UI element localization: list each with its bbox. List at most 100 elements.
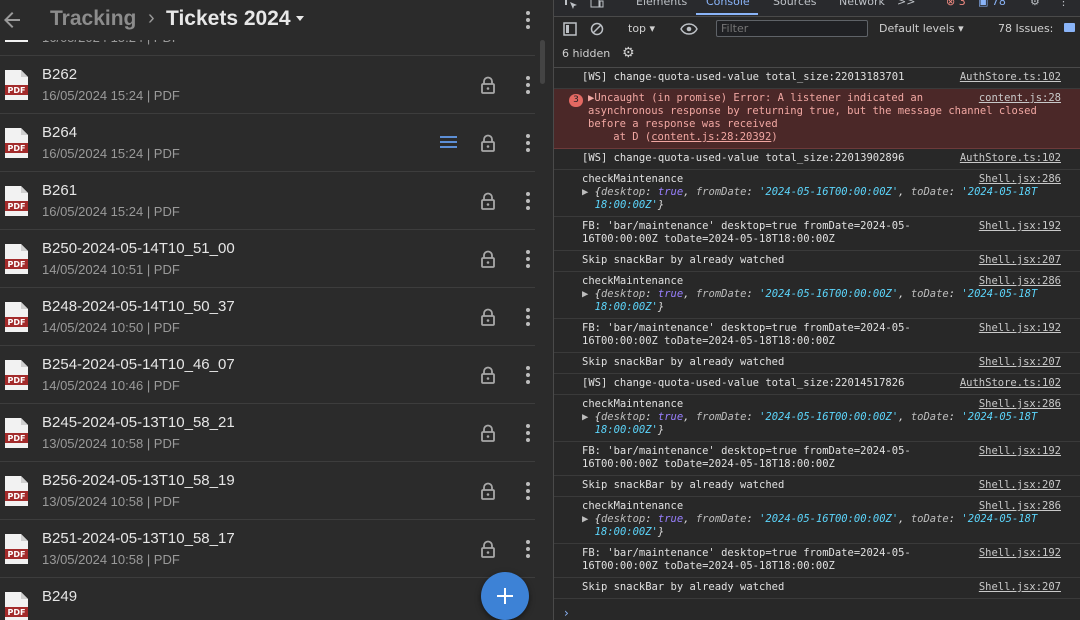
source-link[interactable]: Shell.jsx:286 — [979, 275, 1061, 287]
lock-icon[interactable] — [480, 540, 496, 558]
row-more-button[interactable] — [518, 479, 538, 503]
tab-sources[interactable]: Sources — [773, 0, 817, 8]
expand-triangle-icon[interactable]: ▶ — [582, 411, 595, 423]
eye-icon[interactable] — [680, 22, 698, 36]
source-link[interactable]: Shell.jsx:286 — [979, 500, 1061, 512]
settings-gear-icon[interactable]: ⚙ — [1030, 0, 1040, 8]
console-log-message[interactable]: Skip snackBar by already watched Shell.js… — [554, 578, 1080, 599]
row-more-button[interactable] — [518, 305, 538, 329]
list-scrollbar[interactable] — [540, 40, 545, 84]
error-text-end: ) — [771, 131, 778, 143]
header-more-button[interactable] — [518, 8, 538, 32]
message-count-badge[interactable]: ▣ 78 — [978, 0, 1006, 8]
console-log-message[interactable]: FB: 'bar/maintenance' desktop=true fromD… — [554, 442, 1080, 476]
source-link[interactable]: AuthStore.ts:102 — [960, 71, 1061, 83]
console-log-message[interactable]: [WS] change-quota-used-value total_size:… — [554, 149, 1080, 170]
row-more-button[interactable] — [518, 247, 538, 271]
source-link[interactable]: Shell.jsx:192 — [979, 322, 1061, 334]
caret-down-icon[interactable] — [296, 16, 304, 21]
arrow-left-icon[interactable] — [0, 8, 24, 32]
list-item[interactable]: PDF B249 — [0, 578, 553, 620]
console-log-message[interactable]: FB: 'bar/maintenance' desktop=true fromD… — [554, 544, 1080, 578]
console-log-message[interactable]: Skip snackBar by already watched Shell.js… — [554, 353, 1080, 374]
list-item[interactable]: PDF B250-2024-05-14T10_51_00 14/05/2024 10… — [0, 230, 553, 288]
log-levels-dropdown[interactable]: Default levels ▾ — [879, 22, 964, 35]
source-link[interactable]: AuthStore.ts:102 — [960, 377, 1061, 389]
list-item[interactable]: PDF B248-2024-05-14T10_50_37 14/05/2024 10… — [0, 288, 553, 346]
console-log-message[interactable]: FB: 'bar/maintenance' desktop=true fromD… — [554, 217, 1080, 251]
source-link[interactable]: Shell.jsx:192 — [979, 445, 1061, 457]
row-more-button[interactable] — [518, 73, 538, 97]
source-link[interactable]: content.js:28 — [979, 92, 1061, 104]
row-more-button[interactable] — [518, 189, 538, 213]
row-more-button[interactable] — [518, 363, 538, 387]
source-link[interactable]: Shell.jsx:192 — [979, 547, 1061, 559]
console-log-message[interactable]: Skip snackBar by already watched Shell.js… — [554, 476, 1080, 497]
console-log-message[interactable]: checkMaintenance ▶ {desktop: true, fromD… — [554, 395, 1080, 442]
lock-icon[interactable] — [480, 366, 496, 384]
list-item[interactable]: PDF B254-2024-05-14T10_46_07 14/05/2024 10… — [0, 346, 553, 404]
error-count-badge[interactable]: ⊗ 3 — [946, 0, 966, 8]
source-link[interactable]: Shell.jsx:207 — [979, 581, 1061, 593]
list-item[interactable]: PDF B264 16/05/2024 15:24 | PDF — [0, 114, 553, 172]
tab-console[interactable]: Console — [706, 0, 750, 8]
list-item[interactable]: PDF B261 16/05/2024 15:24 | PDF — [0, 172, 553, 230]
row-more-button[interactable] — [518, 131, 538, 155]
console-prompt-icon[interactable]: › — [564, 606, 569, 620]
console-log-message[interactable]: [WS] change-quota-used-value total_size:… — [554, 374, 1080, 395]
source-link[interactable]: AuthStore.ts:102 — [960, 152, 1061, 164]
object-preview[interactable]: {desktop: true, fromDate: '2024-05-16T00… — [582, 186, 1038, 211]
source-link[interactable]: Shell.jsx:286 — [979, 173, 1061, 185]
context-selector[interactable]: top ▾ — [628, 22, 655, 35]
filter-input[interactable] — [716, 20, 868, 37]
console-log-message[interactable]: FB: 'bar/maintenance' desktop=true fromD… — [554, 319, 1080, 353]
inspect-icon[interactable] — [564, 0, 578, 10]
list-item[interactable]: PDF B256-2024-05-13T10_58_19 13/05/2024 10… — [0, 462, 553, 520]
svg-text:PDF: PDF — [8, 260, 26, 269]
lock-icon[interactable] — [480, 134, 496, 152]
console-log-message[interactable]: checkMaintenance ▶ {desktop: true, fromD… — [554, 272, 1080, 319]
list-item[interactable]: PDF B262 16/05/2024 15:24 | PDF — [0, 56, 553, 114]
issues-counter[interactable]: 78 Issues: — [998, 22, 1053, 35]
list-item[interactable]: PDF B251-2024-05-13T10_58_17 13/05/2024 10… — [0, 520, 553, 578]
lock-icon[interactable] — [480, 482, 496, 500]
source-link[interactable]: Shell.jsx:192 — [979, 220, 1061, 232]
lock-icon[interactable] — [480, 76, 496, 94]
lock-icon[interactable] — [480, 192, 496, 210]
lock-icon[interactable] — [480, 424, 496, 442]
devtools-more-icon[interactable]: ⋮ — [1058, 0, 1069, 8]
console-settings-gear-icon[interactable]: ⚙ — [622, 45, 635, 61]
source-link[interactable]: Shell.jsx:286 — [979, 398, 1061, 410]
list-item[interactable]: PDF B245-2024-05-13T10_58_21 13/05/2024 10… — [0, 404, 553, 462]
device-toolbar-icon[interactable] — [590, 0, 604, 10]
message-label: checkMaintenance — [582, 398, 684, 410]
source-link[interactable]: Shell.jsx:207 — [979, 479, 1061, 491]
object-preview[interactable]: {desktop: true, fromDate: '2024-05-16T00… — [582, 513, 1038, 538]
console-log-message[interactable]: Skip snackBar by already watched Shell.js… — [554, 251, 1080, 272]
console-log-message[interactable]: [WS] change-quota-used-value total_size:… — [554, 68, 1080, 89]
console-log-message[interactable]: checkMaintenance ▶ {desktop: true, fromD… — [554, 497, 1080, 544]
add-file-button[interactable] — [481, 572, 529, 620]
row-more-button[interactable] — [518, 537, 538, 561]
more-tabs-icon[interactable]: >> — [897, 0, 915, 8]
expand-triangle-icon[interactable]: ▶ — [582, 513, 595, 525]
clear-console-icon[interactable] — [590, 22, 604, 36]
console-error-message[interactable]: 3 ▶Uncaught (in promise) Error: A listene… — [554, 89, 1080, 149]
stack-link[interactable]: content.js:28:20392 — [651, 131, 771, 143]
expand-triangle-icon[interactable]: ▶ — [582, 186, 595, 198]
sidebar-toggle-icon[interactable] — [563, 22, 577, 36]
console-log-message[interactable]: checkMaintenance ▶ {desktop: true, fromD… — [554, 170, 1080, 217]
object-preview[interactable]: {desktop: true, fromDate: '2024-05-16T00… — [582, 288, 1038, 313]
breadcrumb-parent[interactable]: Tracking — [50, 7, 136, 31]
expand-triangle-icon[interactable]: ▶ — [582, 288, 595, 300]
tab-elements[interactable]: Elements — [636, 0, 687, 8]
tab-network[interactable]: Network — [839, 0, 885, 8]
source-link[interactable]: Shell.jsx:207 — [979, 356, 1061, 368]
versions-icon[interactable] — [440, 136, 457, 150]
source-link[interactable]: Shell.jsx:207 — [979, 254, 1061, 266]
row-more-button[interactable] — [518, 421, 538, 445]
lock-icon[interactable] — [480, 250, 496, 268]
lock-icon[interactable] — [480, 308, 496, 326]
breadcrumb-current[interactable]: Tickets 2024 — [166, 7, 291, 31]
object-preview[interactable]: {desktop: true, fromDate: '2024-05-16T00… — [582, 411, 1038, 436]
